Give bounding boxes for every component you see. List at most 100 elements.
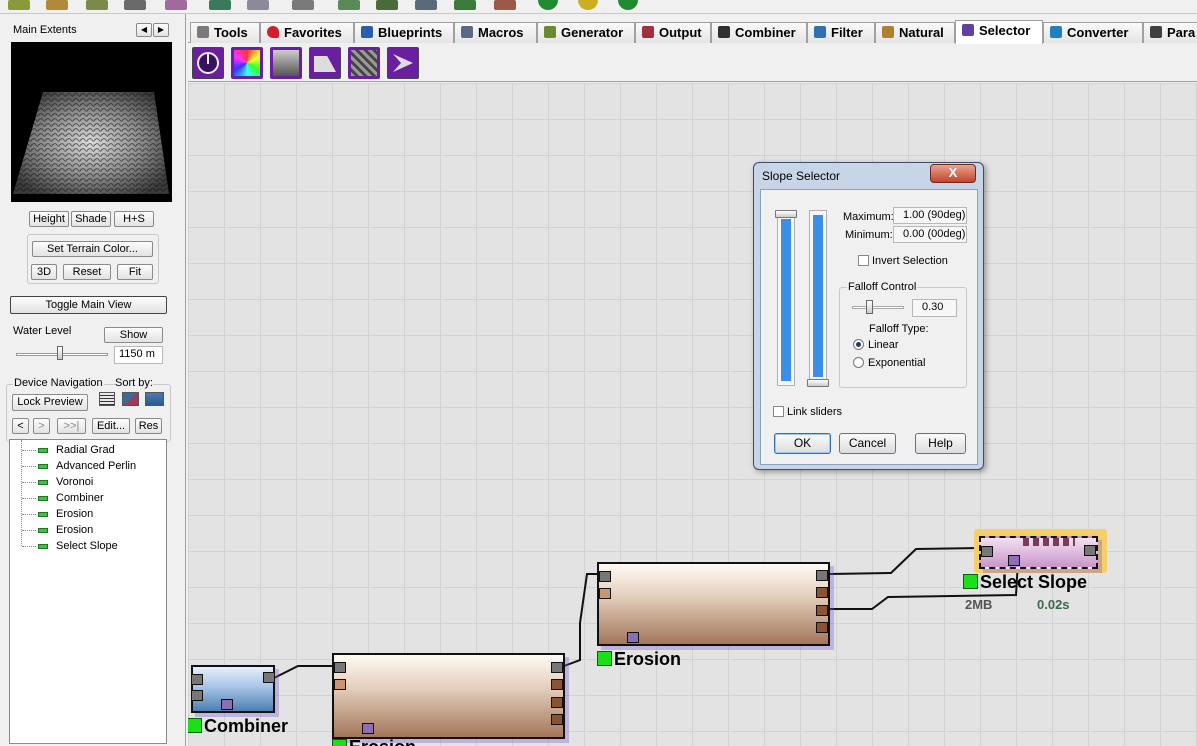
sort-graph-icon[interactable] (145, 392, 164, 406)
falloff-exponential-radio[interactable]: Exponential (853, 357, 926, 369)
node-status-indicator[interactable] (188, 718, 202, 733)
erosion-node[interactable] (332, 653, 565, 739)
falloff-value[interactable]: 0.30 (912, 299, 957, 317)
select-slope-node[interactable] (979, 536, 1098, 569)
3d-button[interactable]: 3D (31, 264, 57, 280)
height-view-button[interactable]: Height (29, 211, 69, 227)
input-port[interactable] (981, 546, 993, 557)
node-status-indicator[interactable] (963, 574, 978, 589)
preview-next-button[interactable]: ▶ (153, 23, 169, 37)
toolbar-icon[interactable] (86, 0, 108, 10)
toolbar-icon[interactable] (124, 0, 146, 10)
tree-item-erosion[interactable]: Erosion (22, 522, 93, 538)
input-port[interactable] (191, 690, 203, 701)
angle-selector-icon[interactable] (192, 47, 224, 79)
cancel-button[interactable]: Cancel (839, 433, 896, 454)
tree-item-advanced-perlin[interactable]: Advanced Perlin (22, 458, 136, 474)
network-workspace[interactable]: Combiner Erosion Erosion Select Slope 2M… (188, 83, 1197, 746)
toolbar-icon[interactable] (46, 0, 68, 10)
falloff-slider-track[interactable] (852, 306, 904, 309)
output-port[interactable] (816, 605, 828, 616)
output-port[interactable] (551, 697, 563, 708)
ok-button[interactable]: OK (774, 433, 831, 454)
tab-output[interactable]: Output (635, 22, 711, 43)
tab-para[interactable]: Para (1143, 22, 1197, 43)
shade-view-button[interactable]: Shade (71, 211, 111, 227)
fit-button[interactable]: Fit (117, 264, 153, 280)
toolbar-icon[interactable] (165, 0, 187, 10)
mask-port[interactable] (362, 723, 374, 734)
maximum-slider-thumb[interactable] (775, 210, 797, 218)
toolbar-icon[interactable] (209, 0, 231, 10)
tab-natural[interactable]: Natural (875, 22, 955, 43)
combiner-node[interactable] (191, 665, 275, 713)
input-port[interactable] (191, 674, 203, 685)
yellow-ball-icon[interactable] (578, 0, 598, 10)
tab-blueprints[interactable]: Blueprints (354, 22, 454, 43)
nav-last-button[interactable]: >>| (57, 418, 86, 434)
slope-selector-icon[interactable] (309, 47, 341, 79)
sort-list-icon[interactable] (99, 392, 115, 406)
green-ball-icon[interactable] (538, 0, 558, 10)
toolbar-icon[interactable] (8, 0, 30, 10)
color-selector-icon[interactable] (231, 47, 263, 79)
tab-converter[interactable]: Converter (1043, 22, 1143, 43)
close-button[interactable]: X (930, 164, 976, 183)
toolbar-icon[interactable] (247, 0, 269, 10)
nav-next-button[interactable]: > (33, 418, 50, 434)
link-sliders-checkbox[interactable]: Link sliders (773, 406, 842, 418)
invert-selection-checkbox[interactable]: Invert Selection (858, 255, 948, 267)
nav-prev-button[interactable]: < (12, 418, 29, 434)
output-port[interactable] (816, 587, 828, 598)
mask-port[interactable] (1008, 555, 1020, 566)
node-status-indicator[interactable] (332, 739, 347, 746)
show-water-button[interactable]: Show (104, 327, 163, 343)
help-button[interactable]: Help (915, 433, 966, 454)
tree-item-radial-grad[interactable]: Radial Grad (22, 442, 115, 458)
preview-prev-button[interactable]: ◀ (136, 23, 152, 37)
water-level-value[interactable]: 1150 m (114, 346, 163, 364)
output-port[interactable] (816, 622, 828, 633)
tab-generator[interactable]: Generator (537, 22, 635, 43)
mask-port[interactable] (627, 632, 639, 643)
water-level-slider-thumb[interactable] (57, 346, 63, 360)
tab-combiner[interactable]: Combiner (711, 22, 807, 43)
toolbar-icon[interactable] (454, 0, 476, 10)
edit-button[interactable]: Edit... (92, 418, 130, 434)
output-port[interactable] (551, 714, 563, 725)
toolbar-icon[interactable] (292, 0, 314, 10)
output-port[interactable] (1084, 545, 1096, 556)
res-button[interactable]: Res (135, 418, 162, 434)
tab-macros[interactable]: Macros (454, 22, 537, 43)
output-port[interactable] (551, 662, 563, 673)
tab-filter[interactable]: Filter (807, 22, 875, 43)
checkbox-icon[interactable] (858, 255, 869, 266)
toolbar-icon[interactable] (338, 0, 360, 10)
hs-view-button[interactable]: H+S (114, 211, 154, 227)
radio-icon[interactable] (853, 357, 864, 368)
radio-selected-icon[interactable] (853, 339, 864, 350)
falloff-slider-thumb[interactable] (866, 300, 873, 314)
minimum-slider-track[interactable] (809, 210, 827, 386)
output-port[interactable] (551, 679, 563, 690)
input-port[interactable] (599, 588, 611, 599)
checkbox-icon[interactable] (773, 406, 784, 417)
toggle-main-view-button[interactable]: Toggle Main View (10, 296, 167, 314)
tab-favorites[interactable]: Favorites (260, 22, 354, 43)
texture-selector-icon[interactable] (348, 47, 380, 79)
node-status-indicator[interactable] (597, 651, 612, 666)
toolbar-icon[interactable] (494, 0, 516, 10)
toolbar-icon[interactable] (415, 0, 437, 10)
erosion-node[interactable] (597, 562, 830, 646)
output-port[interactable] (816, 570, 828, 581)
reset-button[interactable]: Reset (63, 264, 111, 280)
tree-item-voronoi[interactable]: Voronoi (22, 474, 93, 490)
tree-item-select-slope[interactable]: Select Slope (22, 538, 118, 554)
tab-tools[interactable]: Tools (190, 22, 260, 43)
sort-type-icon[interactable] (122, 392, 139, 406)
input-port[interactable] (334, 662, 346, 673)
tree-item-erosion[interactable]: Erosion (22, 506, 93, 522)
height-selector-icon[interactable] (270, 47, 302, 79)
output-port[interactable] (263, 672, 275, 683)
input-port[interactable] (334, 679, 346, 690)
